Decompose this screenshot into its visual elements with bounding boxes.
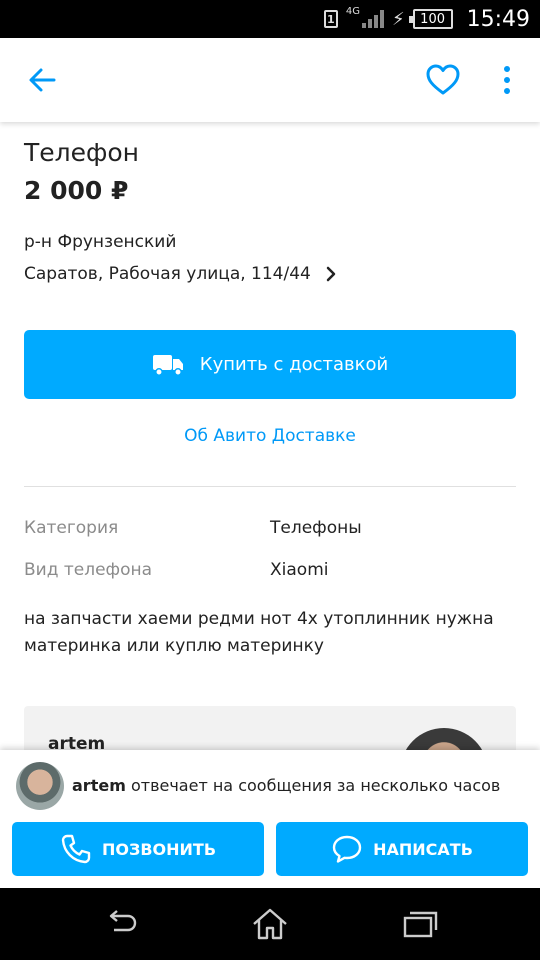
sim-icon: 1 — [323, 10, 338, 28]
charging-icon: ⚡ — [391, 8, 405, 30]
listing-description: на запчасти хаеми редми нот 4х утоплинни… — [24, 609, 494, 656]
call-button[interactable]: ПОЗВОНИТЬ — [12, 822, 264, 876]
truck-icon — [152, 354, 183, 376]
home-icon — [253, 908, 287, 940]
param-value: Телефоны — [270, 518, 362, 538]
nav-recents-button[interactable] — [400, 906, 440, 942]
nav-home-button[interactable] — [250, 906, 290, 942]
listing-price: 2 000 ₽ — [24, 176, 129, 205]
listing-address[interactable]: Саратов, Рабочая улица, 114/44 — [24, 264, 337, 284]
call-button-label: ПОЗВОНИТЬ — [101, 839, 217, 859]
chevron-right-icon — [326, 266, 336, 282]
favorite-button[interactable] — [424, 62, 462, 98]
message-button[interactable]: НАПИСАТЬ — [276, 822, 528, 876]
recents-icon — [403, 911, 438, 938]
listing-district: р-н Фрунзенский — [24, 232, 177, 252]
status-icons: 1 4G ⚡ 100 15:49 — [323, 0, 530, 38]
response-time-text: отвечает на сообщения за несколько часов — [130, 776, 501, 795]
battery-icon: 100 — [408, 9, 453, 29]
status-bar: 1 4G ⚡ 100 15:49 — [0, 0, 540, 38]
message-button-label: НАПИСАТЬ — [373, 839, 473, 859]
more-button[interactable] — [494, 62, 520, 98]
about-delivery-link[interactable]: Об Авито Доставке — [0, 426, 540, 446]
navigation-bar — [0, 888, 540, 960]
divider — [24, 486, 516, 487]
address-text: Саратов, Рабочая улица, 114/44 — [24, 264, 311, 284]
seller-name: artem — [72, 776, 126, 795]
param-label: Вид телефона — [24, 560, 153, 580]
contact-panel: artem отвечает на сообщения за несколько… — [0, 750, 540, 888]
phone-icon — [61, 834, 91, 864]
network-type: 4G — [345, 5, 360, 17]
buy-with-delivery-button[interactable]: Купить с доставкой — [24, 330, 516, 399]
listing-title: Телефон — [24, 138, 140, 167]
buy-button-label: Купить с доставкой — [199, 354, 389, 375]
clock: 15:49 — [466, 6, 530, 32]
app-bar — [0, 38, 540, 122]
seller-response-info: artem отвечает на сообщения за несколько… — [72, 776, 500, 795]
signal-icon — [361, 10, 384, 28]
heart-icon — [426, 64, 460, 95]
nav-back-button[interactable] — [100, 906, 140, 942]
arrow-left-icon — [29, 68, 56, 92]
param-value: Xiaomi — [270, 560, 329, 580]
more-vertical-icon — [504, 66, 510, 94]
avatar[interactable] — [16, 762, 64, 810]
chat-bubble-icon — [332, 835, 362, 863]
back-button[interactable] — [24, 62, 60, 98]
param-label: Категория — [24, 518, 119, 538]
back-icon — [109, 910, 137, 932]
